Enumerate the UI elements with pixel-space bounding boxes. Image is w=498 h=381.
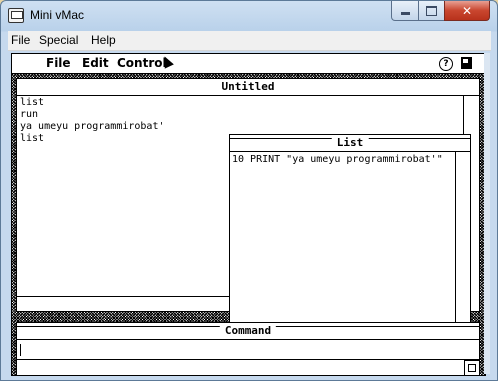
command-input[interactable] [17,339,479,360]
app-icon [8,8,24,23]
text-caret [20,344,21,356]
command-title: Command [219,324,277,337]
output-line: list [20,133,45,144]
emulated-screen: File Edit Control ? Untitled list run ya… [11,53,486,376]
command-window[interactable]: Command [16,322,480,375]
host-menu-help[interactable]: Help [91,33,116,47]
host-menubar: File Special Help [8,31,491,51]
grow-box-icon[interactable] [464,360,479,375]
untitled-text[interactable]: list run ya umeyu programmirobat' list [20,97,165,145]
mac-menu-file[interactable]: File [46,56,71,70]
list-vertical-scrollbar[interactable] [455,152,470,324]
application-menu-icon[interactable] [461,57,472,69]
untitled-titlebar[interactable]: Untitled [17,79,479,96]
window-titlebar[interactable]: Mini vMac ✕ [1,1,497,31]
maximize-button[interactable] [418,1,445,21]
command-titlebar[interactable]: Command [17,323,479,340]
output-line: ya umeyu programmirobat' [20,121,165,132]
help-balloon-icon[interactable]: ? [439,57,453,71]
host-menu-file[interactable]: File [11,33,30,47]
minimize-button[interactable] [391,1,419,21]
list-titlebar[interactable]: List [230,135,470,152]
mac-menubar: File Edit Control ? [12,54,485,74]
list-window[interactable]: List 10 PRINT "ya umeyu programmirobat'" [229,134,471,325]
host-menu-special[interactable]: Special [39,33,78,47]
command-horizontal-scrollbar[interactable] [17,361,465,375]
output-line: run [20,109,39,120]
output-line: list [20,97,45,108]
close-icon: ✕ [461,3,473,18]
maximize-icon [426,5,437,16]
mac-menu-edit[interactable]: Edit [82,56,109,70]
list-title: List [331,136,369,149]
window-title: Mini vMac [30,8,85,22]
list-text[interactable]: 10 PRINT "ya umeyu programmirobat'" [232,154,443,166]
untitled-title: Untitled [216,80,280,93]
close-button[interactable]: ✕ [444,1,490,21]
window-right-edge [484,53,490,374]
minimize-icon [400,12,410,15]
program-line: 10 PRINT "ya umeyu programmirobat'" [232,154,443,165]
